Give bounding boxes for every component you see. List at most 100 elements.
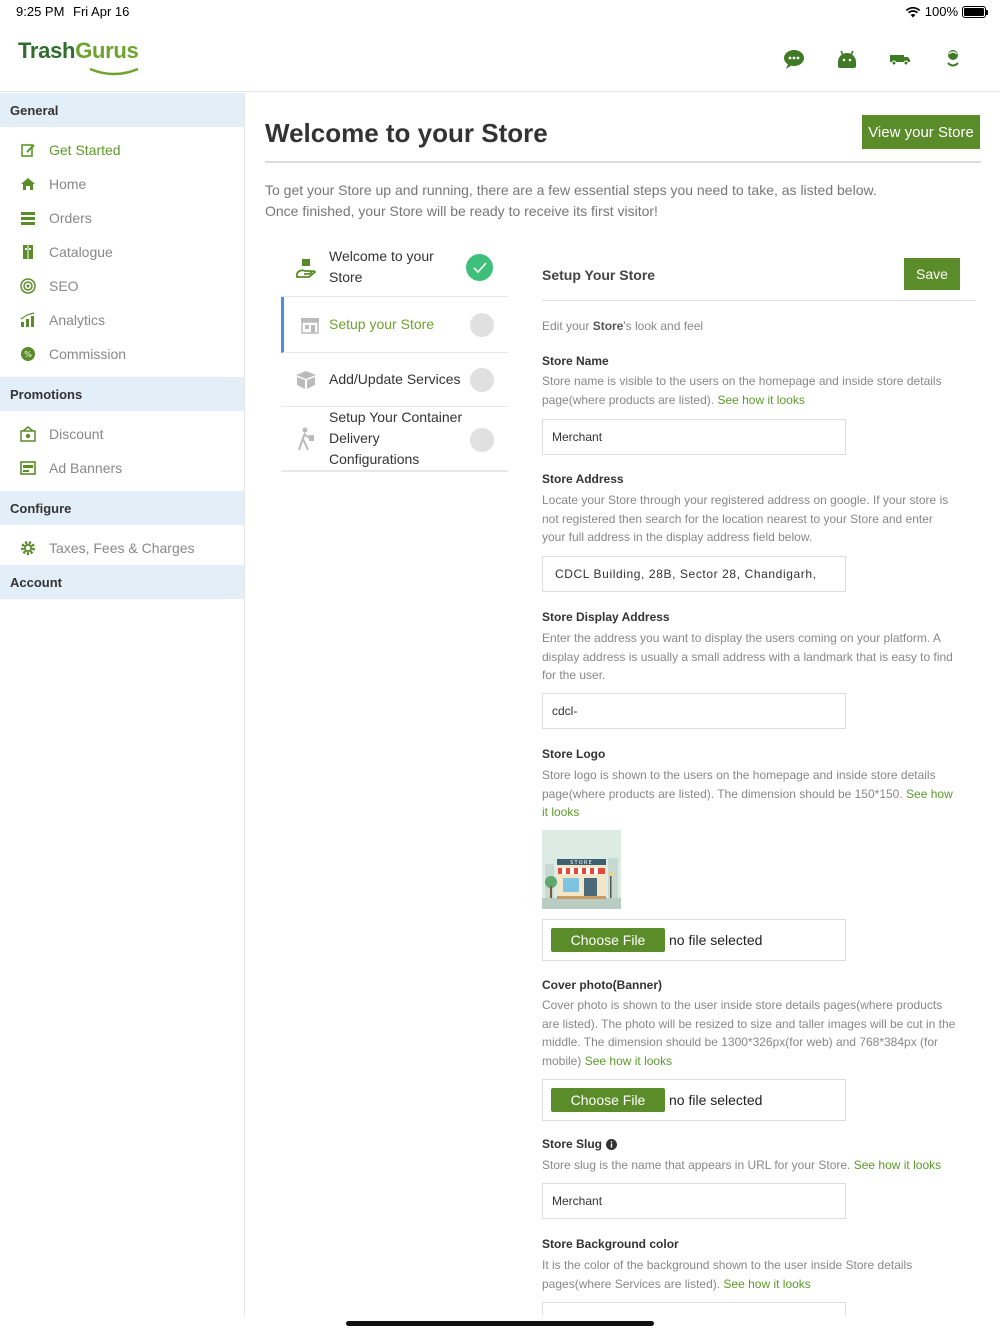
store-logo-file-input[interactable]: Choose File no file selected (542, 919, 846, 961)
svg-text:%: % (24, 350, 32, 359)
store-address-label: Store Address (542, 472, 624, 486)
intro-text: To get your Store up and running, there … (265, 180, 965, 222)
sidebar-section-configure[interactable]: Configure (0, 491, 244, 525)
store-address-input[interactable]: CDCL Building, 28B, Sector 28, Chandigar… (542, 556, 846, 592)
step-add-services-label: Add/Update Services (329, 371, 461, 387)
catalogue-icon (19, 243, 37, 261)
step-add-services[interactable]: Add/Update Services (281, 353, 508, 407)
sidebar-item-commission[interactable]: % Commission (0, 337, 244, 371)
bg-color-input[interactable] (542, 1302, 846, 1315)
sidebar-item-analytics[interactable]: Analytics (0, 303, 244, 337)
sidebar-item-label: SEO (49, 278, 79, 294)
store-name-help-1: Store name is visible to the users on th… (542, 374, 942, 388)
sidebar-item-get-started[interactable]: Get Started (0, 133, 244, 167)
sidebar-item-label: Home (49, 176, 87, 192)
step-pending-indicator (470, 368, 494, 392)
intro-line-2: Once finished, your Store will be ready … (265, 203, 658, 219)
subtitle-pre: Edit your (542, 319, 593, 333)
save-button[interactable]: Save (904, 258, 960, 290)
store-address-help: Locate your Store through your registere… (542, 491, 976, 547)
sidebar-item-label: Discount (49, 426, 104, 442)
banner-icon (19, 459, 37, 477)
sidebar-item-taxes-fees-charges[interactable]: Taxes, Fees & Charges (0, 531, 244, 565)
delivery-van-icon[interactable] (887, 46, 913, 72)
app-header: TrashGurus (0, 24, 1000, 92)
display-address-help-2: display address is usually a small addre… (542, 649, 953, 664)
battery-icon (962, 5, 988, 18)
display-address-help: Enter the address you want to display th… (542, 629, 976, 685)
sidebar-item-ad-banners[interactable]: Ad Banners (0, 451, 244, 485)
percent-icon: % (19, 345, 37, 363)
sidebar-item-discount[interactable]: Discount (0, 417, 244, 451)
store-logo-preview: STORE (542, 830, 621, 909)
box-icon (295, 369, 317, 391)
cover-photo-help: Cover photo is shown to the user inside … (542, 996, 976, 1070)
header-icons (781, 46, 966, 72)
see-how-link[interactable]: See how it looks (723, 1277, 810, 1291)
status-date: Fri Apr 16 (73, 4, 130, 19)
store-address-help-1: Locate your Store through your registere… (542, 493, 949, 507)
discount-icon (19, 425, 37, 443)
store-name-help: Store name is visible to the users on th… (542, 372, 976, 409)
sidebar-item-orders[interactable]: Orders (0, 201, 244, 235)
bg-color-help-1: It is the color of the background shown … (542, 1258, 913, 1272)
bg-color-help-2: pages(where Services are listed). (542, 1276, 721, 1291)
see-how-link-cont[interactable]: it looks (542, 803, 976, 822)
info-icon[interactable] (606, 1138, 618, 1150)
gear-icon (19, 539, 37, 557)
store-logo-label: Store Logo (542, 747, 606, 761)
file-status: no file selected (669, 932, 763, 948)
display-address-label: Store Display Address (542, 610, 670, 624)
see-how-link[interactable]: See how it looks (717, 393, 804, 407)
display-address-help-1: Enter the address you want to display th… (542, 631, 941, 645)
step-setup-store[interactable]: Setup your Store (281, 297, 508, 353)
cover-photo-help-3: middle. The dimension should be 1300*326… (542, 1035, 939, 1050)
store-name-label: Store Name (542, 354, 609, 368)
home-icon (19, 175, 37, 193)
step-done-check-icon (466, 254, 493, 281)
sidebar-item-label: Commission (49, 346, 127, 362)
see-how-link[interactable]: See how (906, 787, 953, 801)
sidebar-item-label: Orders (49, 210, 92, 226)
store-logo-help-2: page(where products are listed). The dim… (542, 786, 903, 801)
sidebar-item-home[interactable]: Home (0, 167, 244, 201)
home-indicator[interactable] (346, 1321, 654, 1326)
status-bar: 9:25 PM Fri Apr 16 100% (0, 0, 1000, 24)
cover-photo-help-2: are listed). The photo will be resized t… (542, 1016, 956, 1031)
sidebar-section-account[interactable]: Account (0, 565, 244, 599)
choose-file-button[interactable]: Choose File (551, 928, 665, 952)
orders-icon (19, 209, 37, 227)
sidebar-item-label: Taxes, Fees & Charges (49, 540, 195, 556)
android-icon[interactable] (834, 46, 860, 72)
panel-subtitle: Edit your Store's look and feel (542, 317, 976, 336)
logo-text-trash: Trash (18, 38, 76, 63)
bg-color-help: It is the color of the background shown … (542, 1256, 976, 1293)
sidebar-item-seo[interactable]: SEO (0, 269, 244, 303)
step-welcome[interactable]: Welcome to your Store (281, 239, 508, 297)
see-how-link[interactable]: See how it looks (854, 1158, 941, 1172)
view-store-button[interactable]: View your Store (862, 115, 980, 149)
delivery-person-icon (295, 427, 317, 451)
logo-swoosh-icon (89, 67, 139, 76)
step-container-label-2: Delivery (329, 430, 380, 446)
see-how-link[interactable]: See how it looks (585, 1054, 672, 1068)
step-container-label-3: Configurations (329, 451, 420, 467)
store-slug-input[interactable]: Merchant (542, 1183, 846, 1219)
choose-file-button[interactable]: Choose File (551, 1088, 665, 1112)
logo-text-gurus: Gurus (75, 38, 139, 63)
user-icon[interactable] (940, 46, 966, 72)
store-slug-help-1: Store slug is the name that appears in U… (542, 1158, 851, 1172)
sidebar-section-general[interactable]: General (0, 93, 244, 127)
step-container-delivery[interactable]: Setup Your Container Delivery Configurat… (281, 407, 508, 472)
display-address-input[interactable]: cdcl- (542, 693, 846, 729)
store-address-help-3: your full address in the display address… (542, 530, 813, 545)
wifi-icon (905, 6, 920, 17)
chat-icon[interactable] (781, 46, 807, 72)
trashgurus-logo[interactable]: TrashGurus (18, 38, 139, 76)
sidebar-item-catalogue[interactable]: Catalogue (0, 235, 244, 269)
store-name-input[interactable]: Merchant (542, 419, 846, 455)
cover-photo-file-input[interactable]: Choose File no file selected (542, 1079, 846, 1121)
store-logo-help-1: Store logo is shown to the users on the … (542, 768, 936, 782)
subtitle-post: 's look and feel (623, 319, 704, 333)
sidebar-section-promotions[interactable]: Promotions (0, 377, 244, 411)
